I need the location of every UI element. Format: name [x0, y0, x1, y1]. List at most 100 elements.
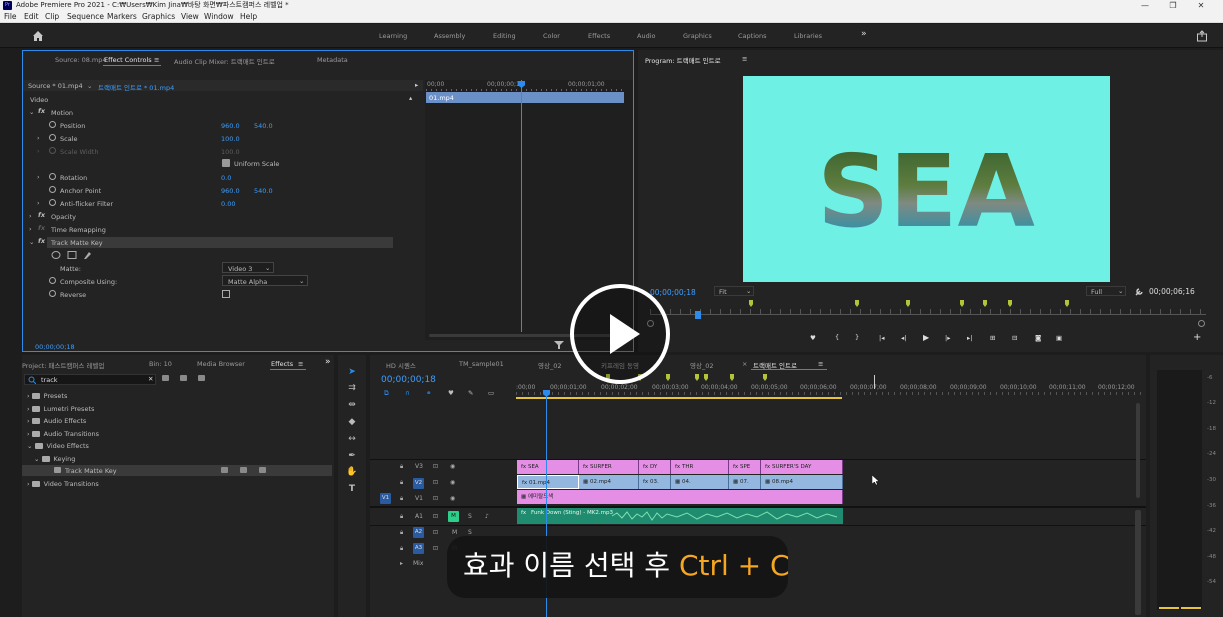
- tree-track-matte-key[interactable]: Track Matte Key: [54, 467, 117, 475]
- type-tool-icon[interactable]: T: [345, 484, 359, 496]
- share-icon[interactable]: [1196, 30, 1208, 42]
- menu-sequence[interactable]: Sequence: [67, 12, 104, 21]
- mark-in-icon[interactable]: {: [835, 333, 839, 341]
- mute-button[interactable]: M: [452, 529, 457, 536]
- composite-using-dropdown[interactable]: Matte Alpha ⌄: [222, 275, 308, 286]
- expand-icon[interactable]: ›: [37, 134, 40, 142]
- go-to-out-icon[interactable]: ▸|: [967, 334, 972, 342]
- camera-icon[interactable]: ◙: [1035, 334, 1041, 342]
- quality-dropdown[interactable]: Full ⌄: [1086, 286, 1126, 296]
- fx-icon[interactable]: fx: [38, 211, 45, 219]
- scale-value[interactable]: 100.0: [221, 135, 240, 143]
- wrench-icon[interactable]: [1134, 286, 1144, 296]
- anti-flicker-value[interactable]: 0.00: [221, 200, 235, 208]
- menu-edit[interactable]: Edit: [24, 12, 39, 21]
- mute-button-a1[interactable]: M: [448, 511, 459, 522]
- sync-lock-icon[interactable]: ⊡: [433, 479, 438, 486]
- go-to-in-icon[interactable]: |◂: [879, 334, 884, 342]
- tab-project[interactable]: Project: 패스트캠퍼스 레벨업: [22, 360, 104, 370]
- lift-icon[interactable]: ⊞: [990, 334, 995, 342]
- linked-selection-icon[interactable]: ⚭: [426, 389, 431, 397]
- tree-audio-transitions[interactable]: › Audio Transitions: [27, 430, 99, 438]
- selection-tool-icon[interactable]: ➤: [345, 367, 359, 379]
- track-matte-key-label[interactable]: Track Matte Key: [51, 239, 103, 247]
- tab-menu-icon[interactable]: ≡: [154, 56, 159, 64]
- effect-timecode[interactable]: 00;00;00;18: [35, 343, 75, 351]
- mini-clip[interactable]: 01.mp4: [426, 92, 624, 103]
- tree-presets[interactable]: › Presets: [27, 392, 67, 400]
- lock-icon[interactable]: 🔒︎: [400, 463, 403, 471]
- stopwatch-icon[interactable]: [49, 134, 56, 141]
- expand-icon[interactable]: ⌄: [29, 238, 34, 246]
- maximize-button[interactable]: ❐: [1159, 0, 1187, 11]
- tree-video-transitions[interactable]: › Video Transitions: [27, 480, 99, 488]
- clip-v2-07[interactable]: ▦ 07.: [729, 475, 761, 489]
- lock-icon[interactable]: 🔒︎: [400, 529, 403, 537]
- anchor-x-value[interactable]: 960.0: [221, 187, 240, 195]
- eye-icon[interactable]: ◉: [450, 463, 455, 470]
- scroll-up-icon[interactable]: ▴: [409, 94, 412, 102]
- panel-more-button[interactable]: »: [325, 357, 331, 367]
- sync-lock-icon[interactable]: ⊡: [433, 545, 438, 552]
- tree-video-effects[interactable]: ⌄ Video Effects: [27, 442, 89, 450]
- extract-icon[interactable]: ⊟: [1012, 334, 1017, 342]
- track-select-tool-icon[interactable]: ⇉: [345, 383, 359, 395]
- expand-motion-icon[interactable]: ⌄: [29, 108, 34, 116]
- workspace-captions[interactable]: Captions: [738, 32, 767, 40]
- nest-icon[interactable]: ⧉: [384, 389, 389, 398]
- reverse-checkbox[interactable]: [222, 290, 230, 298]
- hand-tool-icon[interactable]: ✋: [345, 467, 359, 479]
- clip-v2-04[interactable]: ▦ 04.: [671, 475, 729, 489]
- chevron-down-icon[interactable]: ⌄: [87, 82, 92, 90]
- fx-icon[interactable]: fx: [38, 107, 45, 115]
- clear-search-icon[interactable]: ✕: [148, 375, 153, 383]
- accelerated-effects-icon[interactable]: [162, 375, 169, 383]
- timeline-timecode[interactable]: 00;00;00;18: [381, 375, 436, 385]
- effects-search-input[interactable]: track ✕: [24, 374, 156, 385]
- clip-v2-02[interactable]: ▦ 02.mp4: [579, 475, 639, 489]
- minimize-button[interactable]: —: [1131, 0, 1159, 11]
- menu-graphics[interactable]: Graphics: [142, 12, 175, 21]
- tab-source[interactable]: Source: 08.mp4: [55, 56, 107, 64]
- anchor-y-value[interactable]: 540.0: [254, 187, 273, 195]
- stopwatch-icon[interactable]: [49, 290, 56, 297]
- timeline-close-icon[interactable]: ×: [742, 360, 747, 368]
- expand-icon[interactable]: ›: [29, 225, 32, 233]
- tab-metadata[interactable]: Metadata: [317, 56, 348, 64]
- program-video-frame[interactable]: SEA: [743, 76, 1110, 282]
- sync-lock-icon[interactable]: ⊡: [433, 529, 438, 536]
- position-y-value[interactable]: 540.0: [254, 122, 273, 130]
- timeline-settings-icon[interactable]: ✎: [468, 389, 473, 397]
- expand-icon[interactable]: ›: [37, 173, 40, 181]
- clip-v3-thr[interactable]: fx THR: [671, 460, 729, 474]
- slip-tool-icon[interactable]: ↔: [345, 434, 359, 446]
- stopwatch-icon[interactable]: [49, 277, 56, 284]
- track-target-a2[interactable]: A2: [413, 527, 424, 538]
- 32bit-effects-icon[interactable]: [180, 375, 187, 383]
- expand-icon[interactable]: ›: [37, 147, 40, 155]
- clip-v3-dy[interactable]: fx DY: [639, 460, 671, 474]
- tree-keying[interactable]: ⌄ Keying: [34, 455, 75, 463]
- ellipse-mask-icon[interactable]: [51, 251, 61, 259]
- workspace-color[interactable]: Color: [543, 32, 560, 40]
- menu-markers[interactable]: Markers: [107, 12, 137, 21]
- comparison-view-icon[interactable]: ▣: [1056, 334, 1062, 342]
- clip-v3-sea[interactable]: fx SEA: [517, 460, 579, 474]
- sync-lock-icon[interactable]: ⊡: [433, 463, 438, 470]
- eye-icon[interactable]: ◉: [450, 495, 455, 502]
- clip-v3-spe[interactable]: fx SPE: [729, 460, 761, 474]
- source-clip-label[interactable]: Source * 01.mp4: [28, 82, 83, 90]
- tab-bin[interactable]: Bin: 10: [149, 360, 172, 368]
- step-back-icon[interactable]: ◂|: [901, 334, 906, 342]
- mark-out-icon[interactable]: }: [855, 333, 859, 341]
- yuv-effects-icon[interactable]: [198, 375, 205, 383]
- clip-v2-01[interactable]: fx 01.mp4: [517, 475, 579, 489]
- close-button[interactable]: ✕: [1187, 0, 1215, 11]
- marker-icon[interactable]: ♥: [810, 334, 816, 342]
- solo-button[interactable]: S: [468, 513, 472, 520]
- mini-playhead[interactable]: [521, 80, 522, 332]
- audio-tracks-scrollbar[interactable]: [1135, 510, 1141, 615]
- stopwatch-icon[interactable]: [49, 186, 56, 193]
- effects-menu-icon[interactable]: ≡: [298, 360, 303, 368]
- timeline-tab-2[interactable]: 영상_02: [538, 360, 561, 370]
